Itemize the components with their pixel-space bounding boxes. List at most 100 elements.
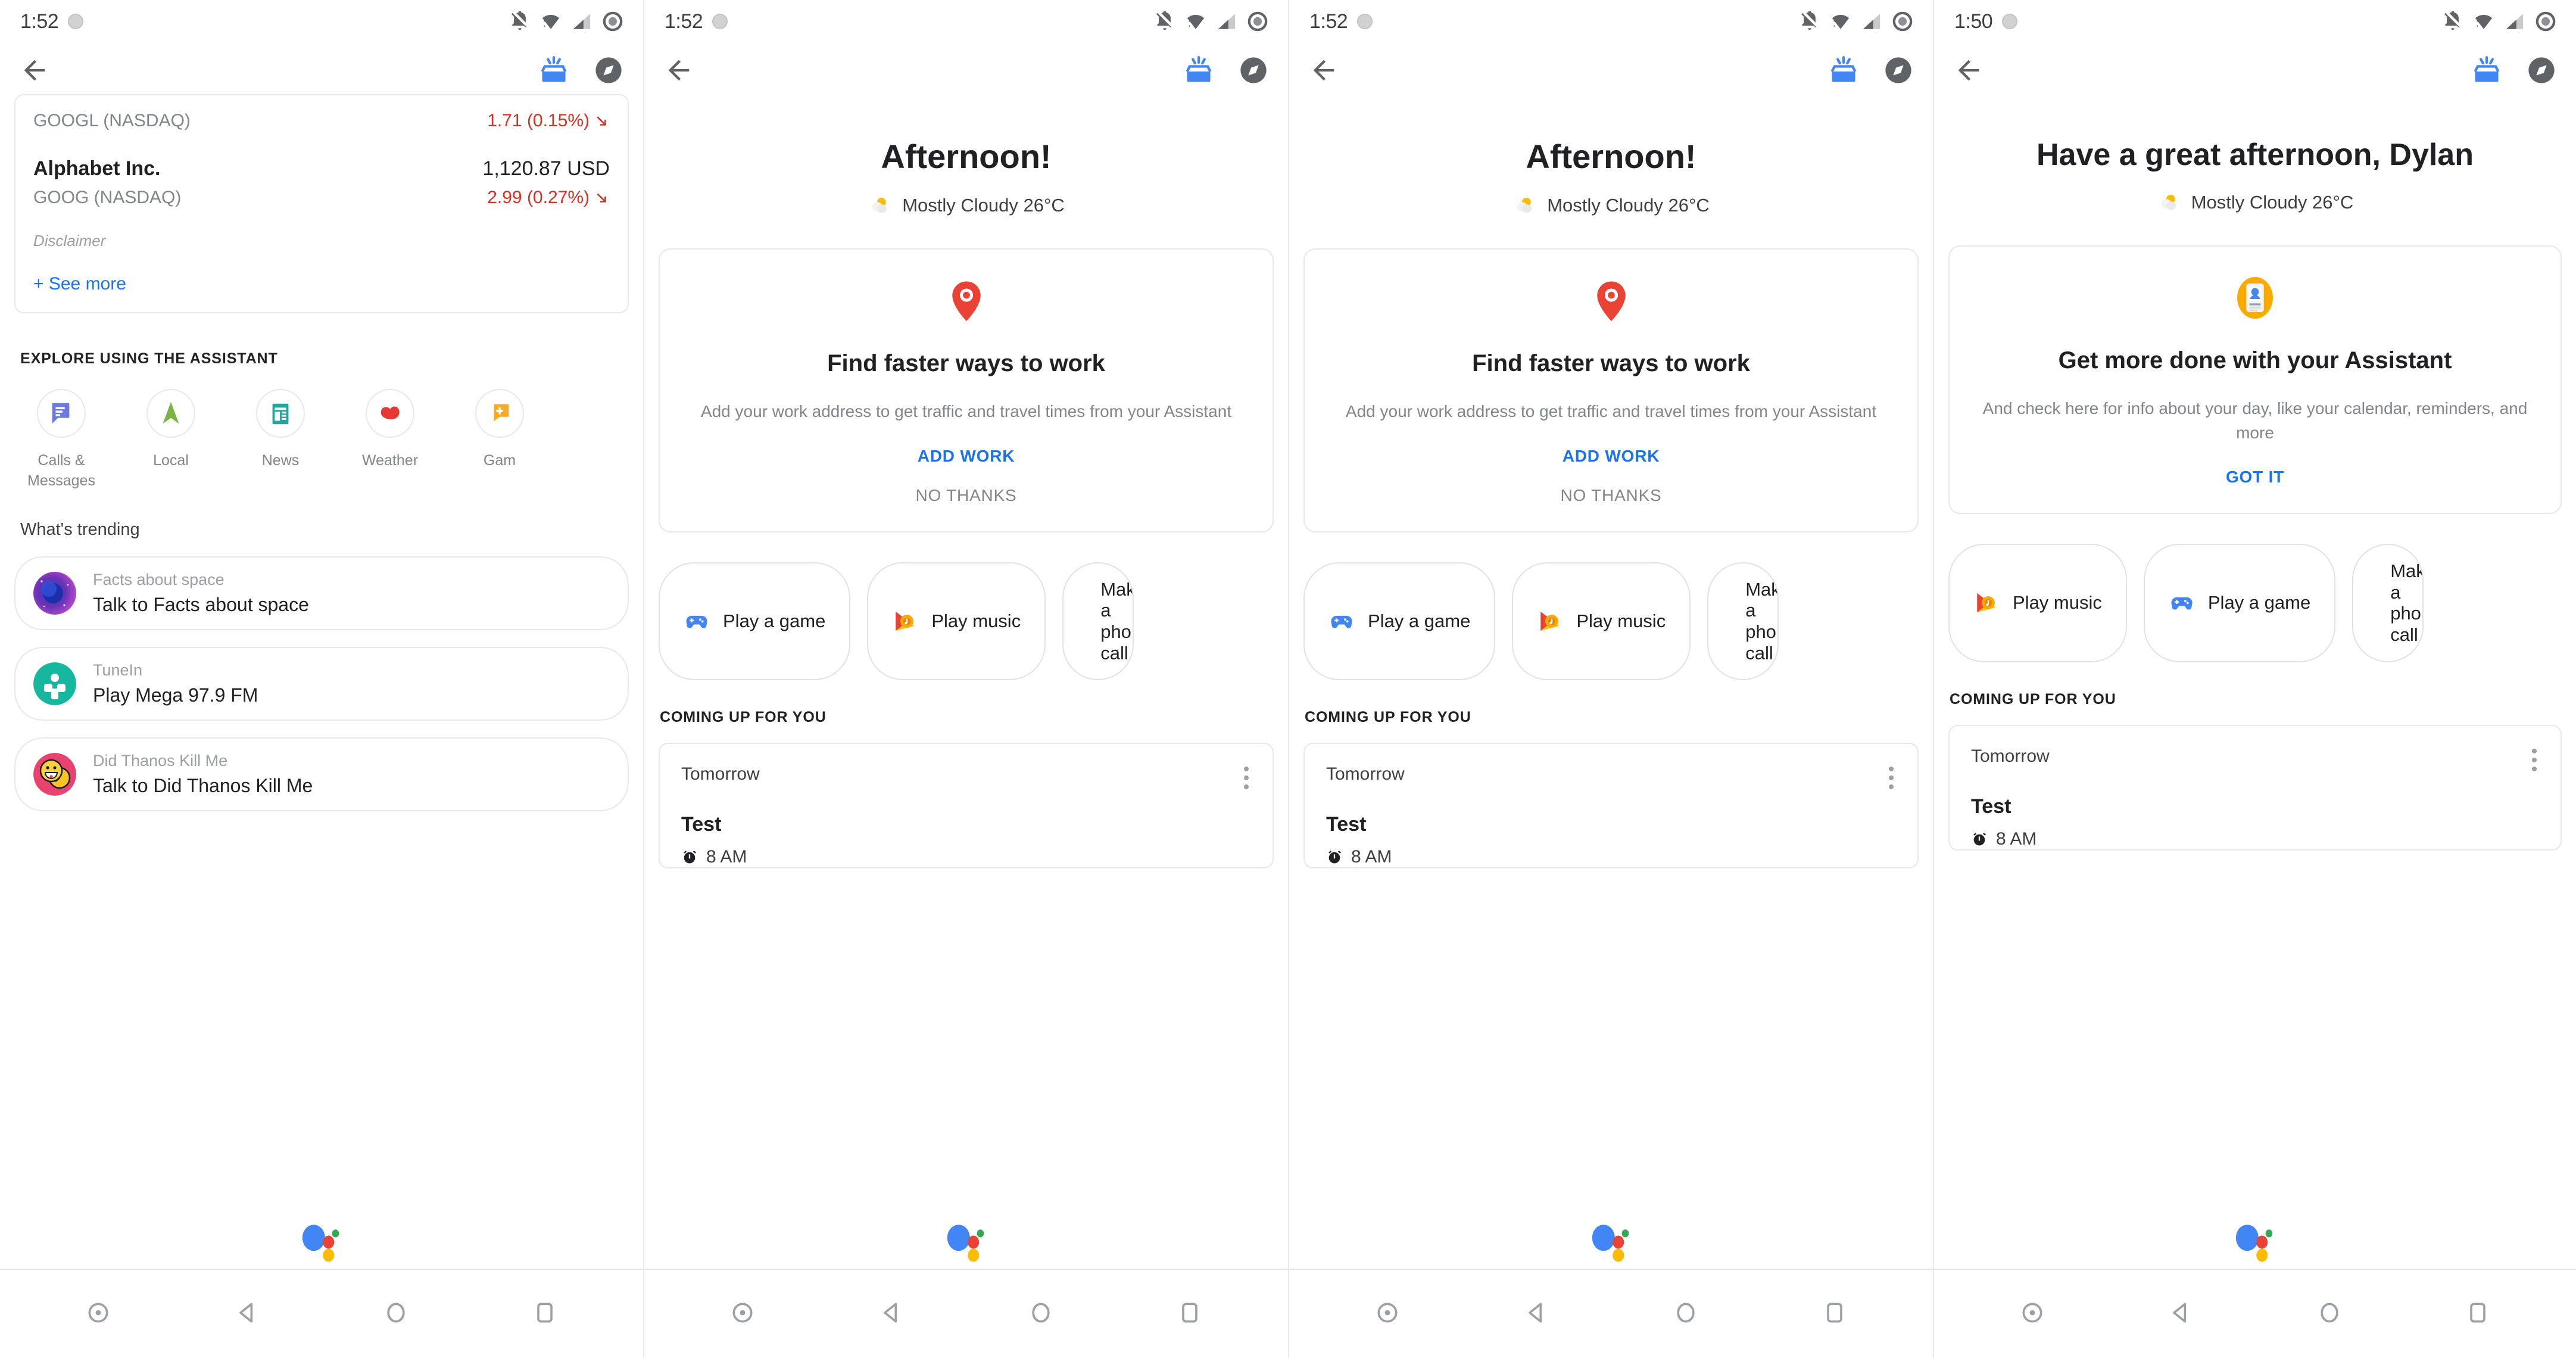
stock-disclaimer[interactable]: Disclaimer xyxy=(33,232,610,250)
trending-heading: What's trending xyxy=(20,519,140,539)
battery-circle-icon xyxy=(2536,11,2556,32)
back-arrow-button[interactable] xyxy=(19,55,50,86)
suggestion-chip-label: Play music xyxy=(931,610,1021,631)
list-item[interactable]: Facts about space Talk to Facts about sp… xyxy=(14,556,629,630)
recents-button[interactable] xyxy=(2465,1300,2491,1329)
coming-up-card[interactable]: Tomorrow Test 8 AM xyxy=(659,743,1274,869)
promo-card: Find faster ways to work Add your work a… xyxy=(659,248,1274,532)
app-bar xyxy=(0,43,643,98)
suggestion-chip[interactable]: Play music xyxy=(867,562,1046,681)
status-activity-icon xyxy=(68,14,84,29)
status-bar-left: 1:50 xyxy=(1954,10,2018,33)
list-item-title: Play Mega 97.9 FM xyxy=(93,684,258,706)
stock-card[interactable]: GOOGL (NASDAQ) 1.71 (0.15%) Alphabet Inc… xyxy=(14,94,629,313)
coming-up-card[interactable]: Tomorrow Test 8 AM xyxy=(1948,724,2562,851)
assistant-logo[interactable] xyxy=(1934,1219,2576,1267)
back-arrow-button[interactable] xyxy=(663,55,694,86)
status-bar-right xyxy=(510,11,623,32)
back-arrow-button[interactable] xyxy=(1308,55,1339,86)
home-button[interactable] xyxy=(2316,1300,2343,1329)
home-button[interactable] xyxy=(383,1300,409,1329)
assist-dot-button[interactable] xyxy=(85,1300,111,1329)
coming-up-day: Tomorrow xyxy=(1971,746,2050,766)
back-arrow-button[interactable] xyxy=(1953,55,1984,86)
status-bar: 1:52 xyxy=(0,0,643,43)
gamepad-icon xyxy=(2171,597,2193,611)
app-bar-actions xyxy=(1828,55,1914,86)
assistant-inbox-icon[interactable] xyxy=(1828,55,1859,86)
coming-up-title: Test xyxy=(1971,795,2011,818)
promo-primary-action[interactable]: ADD WORK xyxy=(1332,447,1890,466)
explore-item-calls-messages[interactable]: Calls & Messages xyxy=(23,389,100,491)
explore-icon-circle xyxy=(475,389,524,438)
explore-item-news[interactable]: News xyxy=(242,389,319,491)
overflow-menu-icon[interactable] xyxy=(1886,764,1896,792)
suggestion-chip[interactable]: Make a phone call xyxy=(1062,562,1134,681)
suggestion-chip[interactable]: Make a phone call xyxy=(1707,562,1779,681)
list-item[interactable]: TuneIn Play Mega 97.9 FM xyxy=(14,646,629,721)
suggestion-chip[interactable]: Play a game xyxy=(2143,544,2336,662)
back-button[interactable] xyxy=(1523,1300,1549,1329)
stock-row-goog-name: Alphabet Inc. 1,120.87 USD xyxy=(33,157,610,180)
explore-item-weather[interactable]: Weather xyxy=(351,389,429,491)
explore-icon-circle xyxy=(146,389,195,438)
promo-secondary-action[interactable]: NO THANKS xyxy=(687,486,1245,505)
greeting-title: Afternoon! xyxy=(1526,138,1696,175)
home-button[interactable] xyxy=(1028,1300,1054,1329)
recents-button[interactable] xyxy=(532,1300,558,1329)
back-button[interactable] xyxy=(878,1300,905,1329)
assist-dot-button[interactable] xyxy=(2019,1300,2045,1329)
explore-compass-icon[interactable] xyxy=(2526,55,2557,86)
battery-circle-icon xyxy=(1892,11,1913,32)
promo-primary-action[interactable]: GOT IT xyxy=(1977,468,2533,487)
assistant-logo[interactable] xyxy=(644,1219,1288,1267)
promo-secondary-action[interactable]: NO THANKS xyxy=(1332,486,1890,505)
explore-item-label: News xyxy=(261,452,300,469)
stock-row-goog: GOOG (NASDAQ) 2.99 (0.27%) xyxy=(33,188,610,208)
coming-up-title: Test xyxy=(1326,813,1367,836)
suggestion-chip-label: Play a game xyxy=(1368,610,1471,631)
recents-button[interactable] xyxy=(1177,1300,1203,1329)
explore-compass-icon[interactable] xyxy=(593,55,624,86)
weather-summary: Mostly Cloudy 26°C xyxy=(1303,194,1919,217)
stock-change: 2.99 (0.27%) xyxy=(487,188,610,208)
explore-item-games[interactable]: Gam xyxy=(461,389,538,491)
suggestion-chip[interactable]: Make a phone call xyxy=(2352,544,2424,662)
panel-2-greeting: 1:52 Afternoon! Mostly Cloudy 26°C Find … xyxy=(644,0,1289,1358)
explore-row[interactable]: Calls & Messages Local News Weather Gam xyxy=(23,389,629,491)
assistant-inbox-icon[interactable] xyxy=(2471,55,2502,86)
assist-dot-button[interactable] xyxy=(729,1300,756,1329)
assistant-logo[interactable] xyxy=(0,1219,643,1267)
assistant-logo[interactable] xyxy=(1289,1219,1933,1267)
assist-dot-button[interactable] xyxy=(1374,1300,1401,1329)
suggestion-chip[interactable]: Play music xyxy=(1512,562,1691,681)
assistant-inbox-icon[interactable] xyxy=(1183,55,1214,86)
back-button[interactable] xyxy=(2168,1300,2194,1329)
status-bar: 1:52 xyxy=(644,0,1288,43)
explore-compass-icon[interactable] xyxy=(1883,55,1914,86)
alarm-icon xyxy=(684,851,696,864)
home-button[interactable] xyxy=(1673,1300,1699,1329)
coming-up-card[interactable]: Tomorrow Test 8 AM xyxy=(1303,743,1919,869)
list-item[interactable]: Did Thanos Kill Me Talk to Did Thanos Ki… xyxy=(14,737,629,811)
overflow-menu-icon[interactable] xyxy=(2530,746,2539,774)
status-time: 1:52 xyxy=(665,10,703,33)
suggestion-chip[interactable]: Play a game xyxy=(659,562,851,681)
coming-up-day: Tomorrow xyxy=(681,764,760,784)
system-nav-bar xyxy=(0,1270,643,1358)
status-activity-icon xyxy=(712,14,728,29)
list-item-subtitle: TuneIn xyxy=(93,661,143,679)
cellular-signal-icon xyxy=(1863,14,1880,29)
explore-icon-circle xyxy=(366,389,414,438)
assistant-inbox-icon[interactable] xyxy=(538,55,569,86)
suggestion-chip[interactable]: Play a game xyxy=(1303,562,1496,681)
see-more-link[interactable]: + See more xyxy=(33,274,610,294)
recents-button[interactable] xyxy=(1822,1300,1848,1329)
explore-compass-icon[interactable] xyxy=(1238,55,1269,86)
back-button[interactable] xyxy=(234,1300,260,1329)
promo-primary-action[interactable]: ADD WORK xyxy=(687,447,1245,466)
suggestion-chip[interactable]: Play music xyxy=(1948,544,2127,662)
overflow-menu-icon[interactable] xyxy=(1242,764,1251,792)
explore-item-local[interactable]: Local xyxy=(132,389,210,491)
wifi-icon xyxy=(542,14,560,29)
